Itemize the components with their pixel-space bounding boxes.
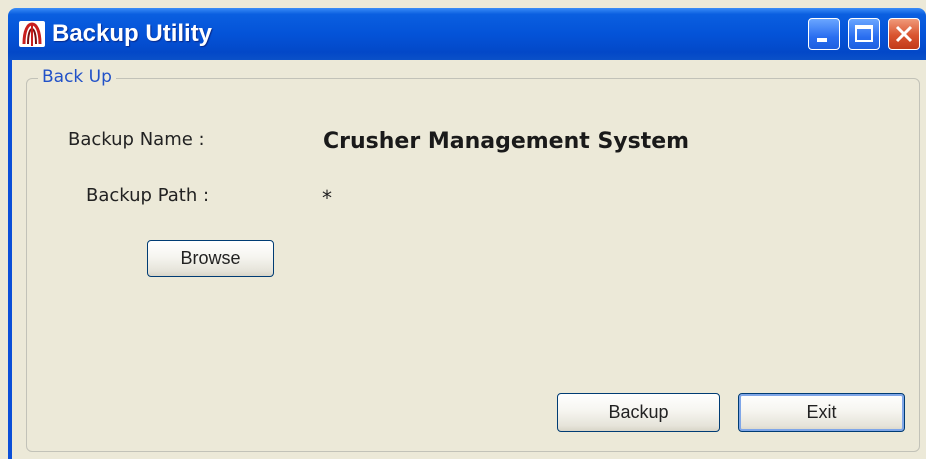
backup-name-value: Crusher Management System xyxy=(323,129,690,154)
backup-path-label: Backup Path : xyxy=(86,185,210,206)
browse-button[interactable]: Browse xyxy=(147,240,274,277)
groupbox-label: Back Up xyxy=(38,66,116,88)
minimize-icon xyxy=(817,38,827,42)
backup-path-value: * xyxy=(322,186,332,210)
close-icon xyxy=(895,25,913,43)
backup-utility-window: Backup Utility Back Up Backup Name : Cru… xyxy=(0,0,926,459)
close-button[interactable] xyxy=(888,18,920,50)
exit-button[interactable]: Exit xyxy=(738,393,905,432)
maximize-button[interactable] xyxy=(848,18,880,50)
backup-button[interactable]: Backup xyxy=(557,393,720,432)
maximize-icon xyxy=(855,25,873,42)
title-bar[interactable]: Backup Utility xyxy=(8,8,926,60)
window-left-border xyxy=(8,60,12,459)
minimize-button[interactable] xyxy=(808,18,840,50)
backup-name-label: Backup Name : xyxy=(68,129,205,150)
app-logo-icon xyxy=(18,20,46,48)
window-title: Backup Utility xyxy=(52,20,213,47)
